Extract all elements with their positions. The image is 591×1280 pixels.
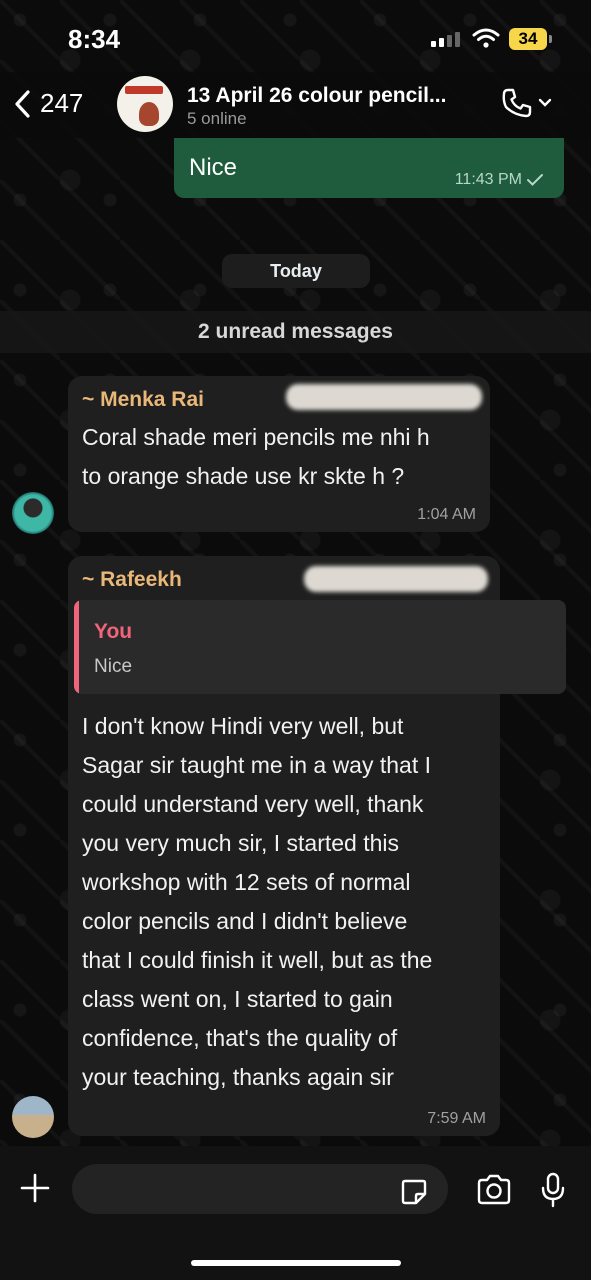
message-line: to orange shade use kr skte h ? — [82, 463, 405, 489]
incoming-message-menka[interactable]: ~ Menka Rai Coral shade meri pencils me … — [68, 376, 490, 532]
quoted-text: Nice — [94, 656, 133, 677]
message-line: Coral shade meri pencils me nhi h — [82, 424, 430, 450]
message-line: class went on, I started to gain — [82, 986, 393, 1012]
camera-icon[interactable] — [476, 1174, 512, 1206]
message-line: color pencils and I didn't believe — [82, 908, 408, 934]
message-line: Sagar sir taught me in a way that I — [82, 752, 432, 778]
unread-banner: 2 unread messages — [0, 311, 591, 353]
sender-name[interactable]: ~ Menka Rai — [82, 388, 204, 412]
chevron-down-icon — [538, 98, 552, 107]
avatar-menka[interactable] — [12, 492, 54, 534]
status-bar: 8:34 34 — [0, 0, 591, 72]
chat-header: 247 13 April 26 colour pencil... 5 onlin… — [0, 72, 591, 138]
battery-icon: 34 — [509, 28, 552, 50]
mic-icon[interactable] — [540, 1172, 566, 1208]
quoted-sender: You — [94, 620, 133, 643]
phone-icon — [502, 88, 532, 118]
message-time: 1:04 AM — [417, 506, 476, 523]
message-time: 11:43 PM — [454, 171, 522, 188]
message-line: workshop with 12 sets of normal — [82, 869, 411, 895]
quoted-reply[interactable]: You Nice — [74, 600, 566, 694]
message-line: that I could finish it well, but as the — [82, 947, 433, 973]
message-line: I don't know Hindi very well, but — [82, 713, 404, 739]
redacted-phone — [286, 384, 482, 410]
wifi-icon — [472, 28, 500, 48]
group-avatar[interactable] — [117, 76, 173, 132]
message-time: 7:59 AM — [427, 1110, 486, 1127]
sticker-icon[interactable] — [400, 1178, 428, 1206]
message-line: could understand very well, thank — [82, 791, 424, 817]
group-title[interactable]: 13 April 26 colour pencil... — [187, 84, 446, 108]
call-button[interactable] — [500, 86, 552, 120]
unread-chats-count: 247 — [40, 88, 84, 118]
back-button[interactable]: 247 — [12, 88, 83, 119]
avatar-rafeekh[interactable] — [12, 1096, 54, 1138]
outgoing-message[interactable]: Nice 11:43 PM — [174, 138, 564, 198]
plus-icon[interactable] — [18, 1171, 52, 1205]
message-line: you very much sir, I started this — [82, 830, 400, 856]
message-meta: 11:43 PM — [455, 171, 544, 189]
home-indicator — [191, 1260, 401, 1266]
double-check-icon — [527, 174, 543, 186]
redacted-phone — [304, 566, 488, 592]
signal-icon — [431, 32, 460, 47]
message-input[interactable] — [72, 1164, 448, 1214]
online-count: 5 online — [187, 109, 247, 128]
message-line: confidence, that's the quality of — [82, 1025, 398, 1051]
incoming-message-rafeekh[interactable]: ~ Rafeekh You Nice I don't know Hindi ve… — [68, 556, 566, 1136]
message-line: your teaching, thanks again sir — [82, 1064, 394, 1090]
sender-name[interactable]: ~ Rafeekh — [82, 568, 182, 592]
date-separator: Today — [222, 254, 370, 288]
back-chevron-icon — [15, 89, 30, 118]
message-text: Nice — [189, 154, 238, 181]
status-time: 8:34 — [68, 24, 121, 54]
